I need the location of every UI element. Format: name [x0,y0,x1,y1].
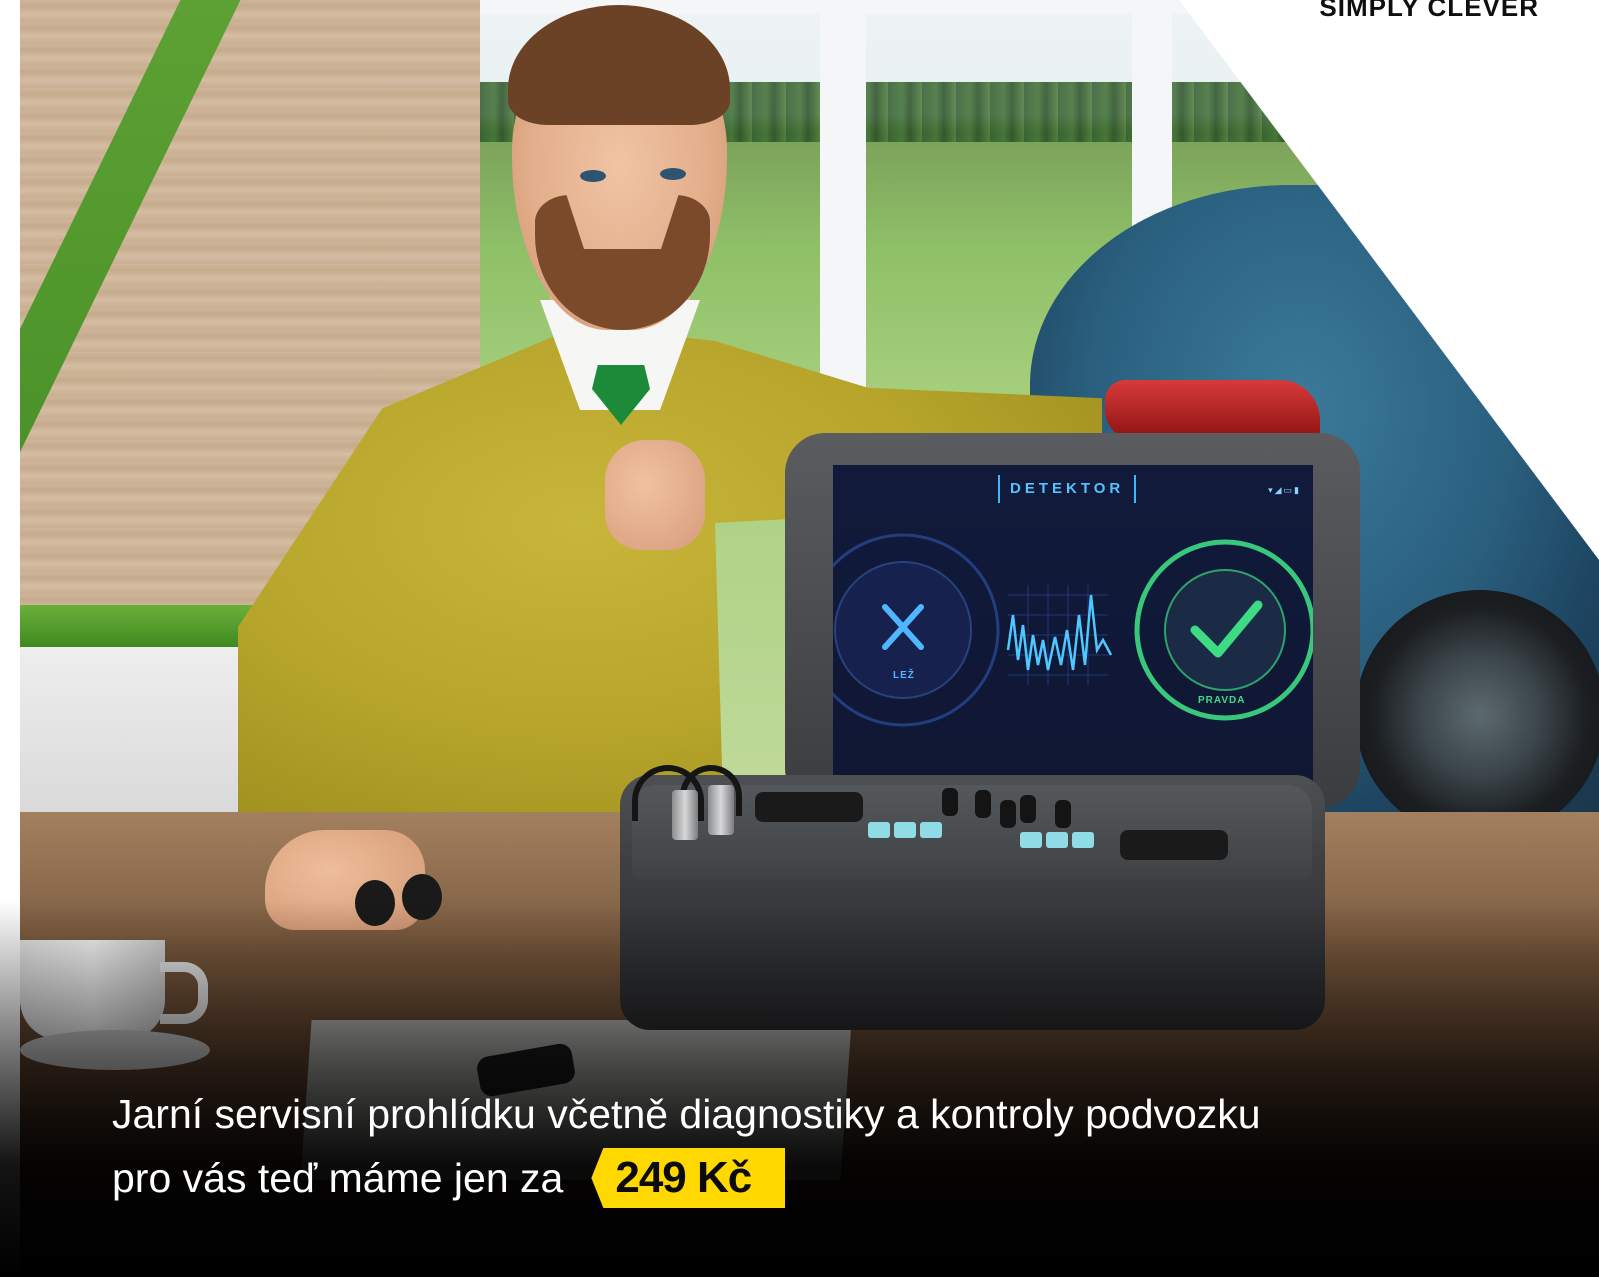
device-slot [1120,830,1228,860]
device-slot [755,792,863,822]
car-tail-light [1105,380,1320,440]
screen-graphics [833,533,1313,727]
cable-connector [708,785,734,835]
caption-line-1: Jarní servisní prohlídku včetně diagnost… [112,1091,1261,1137]
control-pad [1046,832,1068,848]
left-gauge-label: LEŽ [893,670,915,681]
control-pad [1020,832,1042,848]
brand-tagline: SIMPLY CLEVER [1319,0,1539,22]
price-badge: 249 Kč [591,1148,786,1208]
right-gauge-dial [1164,569,1286,691]
caption-line-2: pro vás teď máme jen za 249 Kč [112,1146,1562,1210]
right-eye [660,168,686,180]
man-fist [605,440,705,550]
screen-title: DETEKTOR [998,475,1137,503]
knob [1055,800,1071,828]
car-wheel [1355,590,1599,840]
caption-line-2-text: pro vás teď máme jen za [112,1155,564,1201]
control-pad [868,822,890,838]
control-pad [920,822,942,838]
knob [942,788,958,816]
control-pad [894,822,916,838]
knob [1000,800,1016,828]
cable-connector [672,790,698,840]
knob [1020,795,1036,823]
waveform-line [1006,594,1113,671]
knob [975,790,991,818]
status-icons: ▾◢▭▮ [1268,485,1301,495]
right-gauge-label: PRAVDA [1198,695,1246,706]
offer-caption: Jarní servisní prohlídku včetně diagnost… [112,1082,1562,1210]
control-pad [1072,832,1094,848]
detector-screen: DETEKTOR ▾◢▭▮ LEŽ PRAVDA [833,465,1313,800]
left-eye [580,170,606,182]
